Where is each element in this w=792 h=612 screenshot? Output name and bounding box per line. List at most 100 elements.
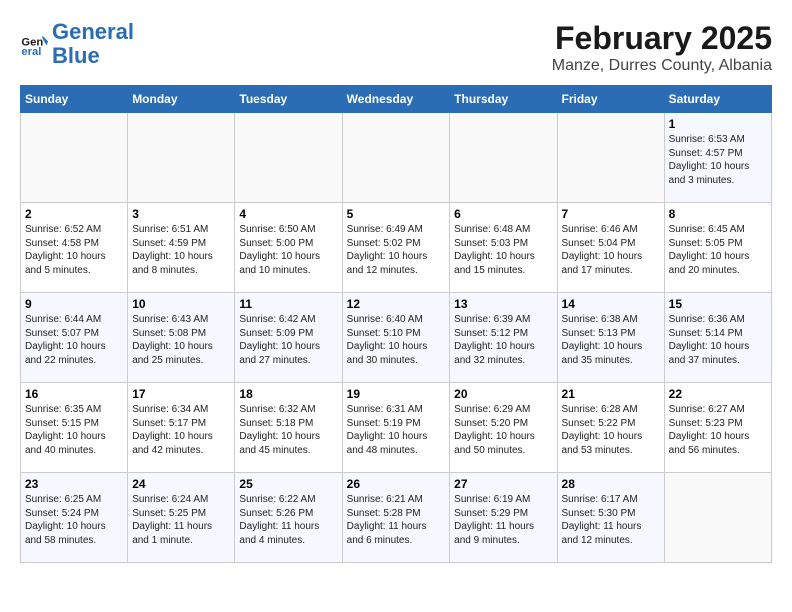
day-info: Sunrise: 6:31 AM Sunset: 5:19 PM Dayligh…	[347, 403, 446, 457]
day-info: Sunrise: 6:49 AM Sunset: 5:02 PM Dayligh…	[347, 223, 446, 277]
calendar-cell: 10 Sunrise: 6:43 AM Sunset: 5:08 PM Dayli…	[128, 293, 235, 383]
day-info: Sunrise: 6:32 AM Sunset: 5:18 PM Dayligh…	[239, 403, 337, 457]
calendar-cell	[128, 113, 235, 203]
day-number: 21	[562, 387, 660, 401]
day-info: Sunrise: 6:34 AM Sunset: 5:17 PM Dayligh…	[132, 403, 230, 457]
day-number: 28	[562, 477, 660, 491]
calendar-cell: 14 Sunrise: 6:38 AM Sunset: 5:13 PM Dayli…	[557, 293, 664, 383]
day-number: 4	[239, 207, 337, 221]
day-info: Sunrise: 6:40 AM Sunset: 5:10 PM Dayligh…	[347, 313, 446, 367]
calendar-cell: 27 Sunrise: 6:19 AM Sunset: 5:29 PM Dayli…	[450, 473, 557, 563]
calendar-cell: 8 Sunrise: 6:45 AM Sunset: 5:05 PM Daylig…	[664, 203, 771, 293]
calendar-cell: 26Sunrise: 6:21 AM Sunset: 5:28 PM Dayli…	[342, 473, 450, 563]
weekday-header-sunday: Sunday	[21, 86, 128, 113]
calendar-cell: 3 Sunrise: 6:51 AM Sunset: 4:59 PM Daylig…	[128, 203, 235, 293]
day-info: Sunrise: 6:17 AM Sunset: 5:30 PM Dayligh…	[562, 493, 660, 547]
calendar-cell	[664, 473, 771, 563]
calendar-cell	[235, 113, 342, 203]
day-number: 15	[669, 297, 767, 311]
day-info: Sunrise: 6:43 AM Sunset: 5:08 PM Dayligh…	[132, 313, 230, 367]
day-number: 8	[669, 207, 767, 221]
day-info: Sunrise: 6:35 AM Sunset: 5:15 PM Dayligh…	[25, 403, 123, 457]
day-number: 17	[132, 387, 230, 401]
calendar-cell	[450, 113, 557, 203]
day-info: Sunrise: 6:45 AM Sunset: 5:05 PM Dayligh…	[669, 223, 767, 277]
day-number: 20	[454, 387, 552, 401]
day-number: 3	[132, 207, 230, 221]
day-info: Sunrise: 6:21 AM Sunset: 5:28 PM Dayligh…	[347, 493, 446, 547]
calendar-cell: 19 Sunrise: 6:31 AM Sunset: 5:19 PM Dayli…	[342, 383, 450, 473]
calendar-cell: 13Sunrise: 6:39 AM Sunset: 5:12 PM Dayli…	[450, 293, 557, 383]
calendar-cell: 24 Sunrise: 6:24 AM Sunset: 5:25 PM Dayli…	[128, 473, 235, 563]
calendar-cell: 21 Sunrise: 6:28 AM Sunset: 5:22 PM Dayli…	[557, 383, 664, 473]
calendar-title: February 2025	[552, 20, 772, 57]
day-info: Sunrise: 6:52 AM Sunset: 4:58 PM Dayligh…	[25, 223, 123, 277]
day-number: 10	[132, 297, 230, 311]
week-row-4: 16 Sunrise: 6:35 AM Sunset: 5:15 PM Dayli…	[21, 383, 772, 473]
day-number: 24	[132, 477, 230, 491]
weekday-header-row: SundayMondayTuesdayWednesdayThursdayFrid…	[21, 86, 772, 113]
calendar-cell: 25Sunrise: 6:22 AM Sunset: 5:26 PM Dayli…	[235, 473, 342, 563]
calendar-cell	[342, 113, 450, 203]
calendar-cell	[21, 113, 128, 203]
day-number: 7	[562, 207, 660, 221]
day-number: 14	[562, 297, 660, 311]
calendar-cell: 18Sunrise: 6:32 AM Sunset: 5:18 PM Dayli…	[235, 383, 342, 473]
day-number: 11	[239, 297, 337, 311]
day-number: 23	[25, 477, 123, 491]
day-number: 12	[347, 297, 446, 311]
day-number: 16	[25, 387, 123, 401]
day-number: 22	[669, 387, 767, 401]
weekday-header-tuesday: Tuesday	[235, 86, 342, 113]
day-number: 1	[669, 117, 767, 131]
calendar-cell: 7Sunrise: 6:46 AM Sunset: 5:04 PM Daylig…	[557, 203, 664, 293]
week-row-3: 9 Sunrise: 6:44 AM Sunset: 5:07 PM Daylig…	[21, 293, 772, 383]
day-info: Sunrise: 6:28 AM Sunset: 5:22 PM Dayligh…	[562, 403, 660, 457]
calendar-cell	[557, 113, 664, 203]
day-number: 25	[239, 477, 337, 491]
day-number: 2	[25, 207, 123, 221]
calendar-cell: 22 Sunrise: 6:27 AM Sunset: 5:23 PM Dayli…	[664, 383, 771, 473]
calendar-cell: 23 Sunrise: 6:25 AM Sunset: 5:24 PM Dayli…	[21, 473, 128, 563]
day-info: Sunrise: 6:42 AM Sunset: 5:09 PM Dayligh…	[239, 313, 337, 367]
day-info: Sunrise: 6:29 AM Sunset: 5:20 PM Dayligh…	[454, 403, 552, 457]
calendar-cell: 28 Sunrise: 6:17 AM Sunset: 5:30 PM Dayli…	[557, 473, 664, 563]
day-info: Sunrise: 6:38 AM Sunset: 5:13 PM Dayligh…	[562, 313, 660, 367]
day-number: 9	[25, 297, 123, 311]
day-info: Sunrise: 6:36 AM Sunset: 5:14 PM Dayligh…	[669, 313, 767, 367]
day-number: 27	[454, 477, 552, 491]
logo-text: GeneralBlue	[52, 20, 134, 68]
svg-text:eral: eral	[21, 46, 41, 58]
calendar-cell: 16 Sunrise: 6:35 AM Sunset: 5:15 PM Dayli…	[21, 383, 128, 473]
day-number: 6	[454, 207, 552, 221]
day-info: Sunrise: 6:48 AM Sunset: 5:03 PM Dayligh…	[454, 223, 552, 277]
title-area: February 2025 Manze, Durres County, Alba…	[552, 20, 772, 75]
calendar-cell: 12 Sunrise: 6:40 AM Sunset: 5:10 PM Dayli…	[342, 293, 450, 383]
week-row-1: 1 Sunrise: 6:53 AM Sunset: 4:57 PM Daylig…	[21, 113, 772, 203]
calendar-cell: 20 Sunrise: 6:29 AM Sunset: 5:20 PM Dayli…	[450, 383, 557, 473]
day-info: Sunrise: 6:53 AM Sunset: 4:57 PM Dayligh…	[669, 133, 767, 187]
logo: Gen eral GeneralBlue	[20, 20, 134, 68]
calendar-cell: 17 Sunrise: 6:34 AM Sunset: 5:17 PM Dayli…	[128, 383, 235, 473]
day-info: Sunrise: 6:24 AM Sunset: 5:25 PM Dayligh…	[132, 493, 230, 547]
day-number: 5	[347, 207, 446, 221]
weekday-header-saturday: Saturday	[664, 86, 771, 113]
day-info: Sunrise: 6:19 AM Sunset: 5:29 PM Dayligh…	[454, 493, 552, 547]
calendar-subtitle: Manze, Durres County, Albania	[552, 57, 772, 75]
day-info: Sunrise: 6:27 AM Sunset: 5:23 PM Dayligh…	[669, 403, 767, 457]
calendar-cell: 4Sunrise: 6:50 AM Sunset: 5:00 PM Daylig…	[235, 203, 342, 293]
calendar-cell: 15 Sunrise: 6:36 AM Sunset: 5:14 PM Dayli…	[664, 293, 771, 383]
calendar-cell: 6 Sunrise: 6:48 AM Sunset: 5:03 PM Daylig…	[450, 203, 557, 293]
weekday-header-wednesday: Wednesday	[342, 86, 450, 113]
weekday-header-thursday: Thursday	[450, 86, 557, 113]
calendar-cell: 1 Sunrise: 6:53 AM Sunset: 4:57 PM Daylig…	[664, 113, 771, 203]
calendar-cell: 9 Sunrise: 6:44 AM Sunset: 5:07 PM Daylig…	[21, 293, 128, 383]
day-info: Sunrise: 6:51 AM Sunset: 4:59 PM Dayligh…	[132, 223, 230, 277]
logo-icon: Gen eral	[20, 30, 48, 58]
week-row-2: 2 Sunrise: 6:52 AM Sunset: 4:58 PM Daylig…	[21, 203, 772, 293]
day-info: Sunrise: 6:25 AM Sunset: 5:24 PM Dayligh…	[25, 493, 123, 547]
weekday-header-friday: Friday	[557, 86, 664, 113]
day-info: Sunrise: 6:44 AM Sunset: 5:07 PM Dayligh…	[25, 313, 123, 367]
day-info: Sunrise: 6:39 AM Sunset: 5:12 PM Dayligh…	[454, 313, 552, 367]
day-number: 19	[347, 387, 446, 401]
